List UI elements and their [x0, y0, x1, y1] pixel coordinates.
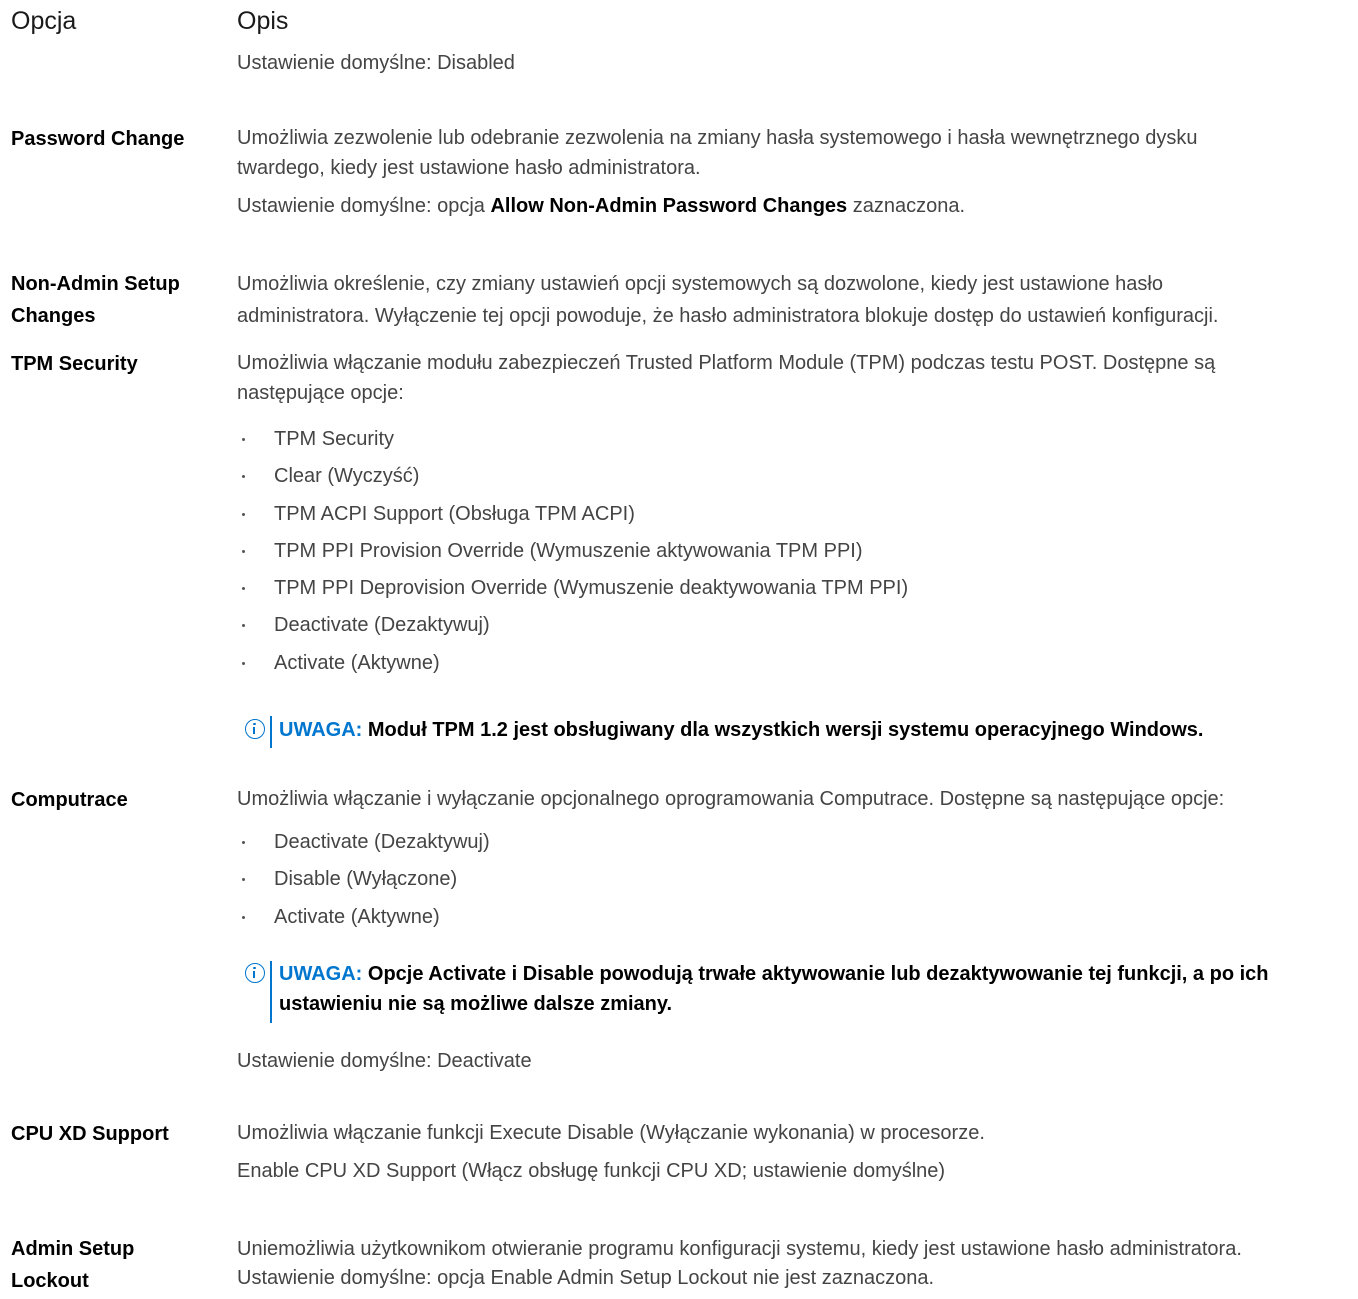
- note-body: ustawieniu nie są możliwe dalsze zmiany.: [279, 993, 673, 1015]
- list-item: Deactivate (Dezaktywuj): [237, 607, 1358, 644]
- note-bar: [270, 961, 272, 1023]
- info-icon: [245, 963, 265, 983]
- description-line: następujące opcje:: [237, 382, 404, 404]
- default-suffix: zaznaczona.: [852, 195, 966, 217]
- option-name: TPM Security: [11, 353, 138, 375]
- list-item: Activate (Aktywne): [237, 645, 1358, 682]
- note-bar: [270, 716, 272, 748]
- option-list: Deactivate (Dezaktywuj) Disable (Wyłączo…: [237, 824, 1358, 936]
- option-name: Password Change: [11, 128, 185, 150]
- list-item: TPM Security: [237, 421, 1358, 458]
- list-item: Deactivate (Dezaktywuj): [237, 824, 1358, 861]
- option-description: Umożliwia zezwolenie lub odebranie zezwo…: [237, 123, 1358, 229]
- note-text: UWAGA: Opcje Activate i Disable powodują…: [279, 959, 1358, 1019]
- default-prefix: Ustawienie domyślne: opcja: [237, 195, 485, 217]
- description-line: Umożliwia określenie, czy zmiany ustawie…: [237, 273, 1163, 295]
- list-item: Disable (Wyłączone): [237, 861, 1358, 898]
- description-line: administratora. Wyłączenie tej opcji pow…: [237, 305, 1219, 327]
- description-line: Umożliwia włączanie i wyłączanie opcjona…: [237, 788, 1225, 810]
- option-description: Umożliwia włączanie funkcji Execute Disa…: [237, 1118, 1358, 1194]
- option-name-line: Non-Admin Setup: [11, 273, 180, 295]
- description-line: Umożliwia włączanie funkcji Execute Disa…: [237, 1122, 985, 1144]
- list-item: TPM PPI Deprovision Override (Wymuszenie…: [237, 570, 1358, 607]
- option-name: CPU XD Support: [11, 1123, 169, 1145]
- column-header-option: Opcja: [11, 7, 77, 35]
- list-item: TPM ACPI Support (Obsługa TPM ACPI): [237, 496, 1358, 533]
- default-setting: Ustawienie domyślne: opcja Allow Non-Adm…: [237, 191, 1358, 221]
- description-line: Uniemożliwia użytkownikom otwieranie pro…: [237, 1238, 1242, 1260]
- option-name-line: Lockout: [11, 1270, 89, 1292]
- list-item: Activate (Aktywne): [237, 899, 1358, 936]
- description-line: Umożliwia włączanie modułu zabezpieczeń …: [237, 352, 1216, 374]
- column-header-description: Opis: [237, 7, 289, 35]
- option-name-line: Admin Setup: [11, 1238, 135, 1260]
- option-name: Non-Admin Setup Changes: [11, 268, 221, 332]
- option-description: Umożliwia włączanie i wyłączanie opcjona…: [237, 784, 1358, 1072]
- note-label: UWAGA:: [279, 719, 363, 741]
- default-setting: Ustawienie domyślne: opcja Enable Admin …: [237, 1267, 935, 1289]
- option-description: Uniemożliwia użytkownikom otwieranie pro…: [237, 1233, 1358, 1299]
- note-text: UWAGA: Moduł TPM 1.2 jest obsługiwany dl…: [279, 715, 1358, 745]
- default-setting: Ustawienie domyślne: Disabled: [237, 52, 515, 74]
- note-body: Moduł TPM 1.2 jest obsługiwany dla wszys…: [367, 719, 1204, 741]
- list-item: Clear (Wyczyść): [237, 458, 1358, 495]
- option-name: Computrace: [11, 789, 128, 811]
- option-description: Ustawienie domyślne: Disabled: [237, 48, 1358, 86]
- note-body: Opcje Activate i Disable powodują trwałe…: [367, 963, 1269, 985]
- default-bold-value: Allow Non-Admin Password Changes: [490, 195, 848, 217]
- description-line: Umożliwia zezwolenie lub odebranie zezwo…: [237, 127, 1198, 149]
- info-icon: [245, 719, 265, 739]
- default-setting: Enable CPU XD Support (Włącz obsługę fun…: [237, 1160, 946, 1182]
- option-name: Admin Setup Lockout: [11, 1233, 221, 1297]
- option-description: Umożliwia określenie, czy zmiany ustawie…: [237, 268, 1358, 340]
- description-line: twardego, kiedy jest ustawione hasło adm…: [237, 157, 701, 179]
- option-list: TPM Security Clear (Wyczyść) TPM ACPI Su…: [237, 421, 1358, 682]
- option-description: Umożliwia włączanie modułu zabezpieczeń …: [237, 348, 1358, 748]
- default-setting: Ustawienie domyślne: Deactivate: [237, 1050, 532, 1072]
- note-label: UWAGA:: [279, 963, 363, 985]
- option-name-line: Changes: [11, 305, 96, 327]
- list-item: TPM PPI Provision Override (Wymuszenie a…: [237, 533, 1358, 570]
